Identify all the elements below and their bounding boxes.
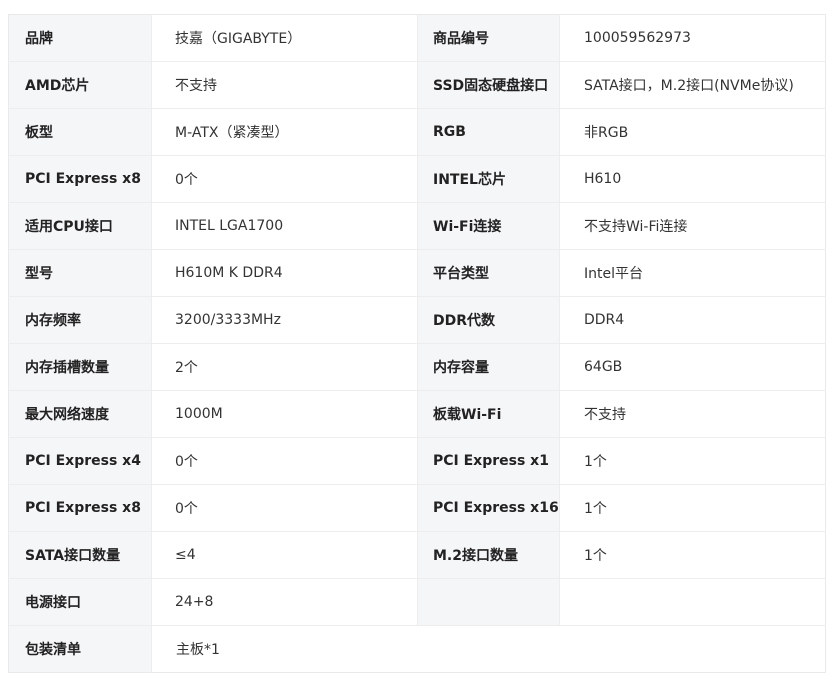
spec-label: 品牌 <box>8 14 152 62</box>
spec-label: PCI Express x8 <box>8 155 152 203</box>
spec-value: 0个 <box>151 437 418 485</box>
table-row: 最大网络速度 1000M 板载Wi-Fi 不支持 <box>8 390 826 438</box>
spec-value: 3200/3333MHz <box>151 296 418 344</box>
spec-label: 型号 <box>8 249 152 297</box>
spec-label: INTEL芯片 <box>417 155 560 203</box>
spec-label: 包装清单 <box>8 625 152 673</box>
table-row: AMD芯片 不支持 SSD固态硬盘接口 SATA接口，M.2接口(NVMe协议) <box>8 61 826 109</box>
spec-label: 板型 <box>8 108 152 156</box>
spec-value: 0个 <box>151 155 418 203</box>
spec-value-empty <box>559 578 826 626</box>
spec-value: 不支持 <box>151 61 418 109</box>
spec-label: 平台类型 <box>417 249 560 297</box>
table-row: PCI Express x8 0个 INTEL芯片 H610 <box>8 155 826 203</box>
table-row-packing-list: 包装清单 主板*1 <box>8 625 826 673</box>
spec-label: 最大网络速度 <box>8 390 152 438</box>
spec-label: PCI Express x8 <box>8 484 152 532</box>
spec-value: INTEL LGA1700 <box>151 202 418 250</box>
spec-label: Wi-Fi连接 <box>417 202 560 250</box>
table-row: 内存频率 3200/3333MHz DDR代数 DDR4 <box>8 296 826 344</box>
table-row: 内存插槽数量 2个 内存容量 64GB <box>8 343 826 391</box>
spec-value: 非RGB <box>559 108 826 156</box>
spec-label: 内存容量 <box>417 343 560 391</box>
spec-label: SSD固态硬盘接口 <box>417 61 560 109</box>
spec-value: H610M K DDR4 <box>151 249 418 297</box>
spec-value: 24+8 <box>151 578 418 626</box>
spec-value: H610 <box>559 155 826 203</box>
spec-value: 不支持Wi-Fi连接 <box>559 202 826 250</box>
table-row: 型号 H610M K DDR4 平台类型 Intel平台 <box>8 249 826 297</box>
spec-value: 1个 <box>559 437 826 485</box>
table-row: 适用CPU接口 INTEL LGA1700 Wi-Fi连接 不支持Wi-Fi连接 <box>8 202 826 250</box>
spec-value: 1个 <box>559 531 826 579</box>
spec-value: 技嘉（GIGABYTE） <box>151 14 418 62</box>
spec-label: DDR代数 <box>417 296 560 344</box>
spec-value: 2个 <box>151 343 418 391</box>
spec-label: RGB <box>417 108 560 156</box>
spec-label: 板载Wi-Fi <box>417 390 560 438</box>
spec-value: 64GB <box>559 343 826 391</box>
spec-label: 商品编号 <box>417 14 560 62</box>
spec-value: 不支持 <box>559 390 826 438</box>
spec-label: AMD芯片 <box>8 61 152 109</box>
spec-label-empty <box>417 578 560 626</box>
spec-label: PCI Express x4 <box>8 437 152 485</box>
spec-label: 电源接口 <box>8 578 152 626</box>
table-row: PCI Express x8 0个 PCI Express x16 1个 <box>8 484 826 532</box>
spec-value: 100059562973 <box>559 14 826 62</box>
spec-value: Intel平台 <box>559 249 826 297</box>
spec-value: ≤4 <box>151 531 418 579</box>
spec-label: PCI Express x16 <box>417 484 560 532</box>
spec-label: 内存插槽数量 <box>8 343 152 391</box>
spec-value: M-ATX（紧凑型） <box>151 108 418 156</box>
spec-value: 主板*1 <box>151 625 826 673</box>
spec-table: 品牌 技嘉（GIGABYTE） 商品编号 100059562973 AMD芯片 … <box>8 14 826 673</box>
table-row: 品牌 技嘉（GIGABYTE） 商品编号 100059562973 <box>8 14 826 62</box>
table-row: 板型 M-ATX（紧凑型） RGB 非RGB <box>8 108 826 156</box>
spec-value: 0个 <box>151 484 418 532</box>
spec-value: SATA接口，M.2接口(NVMe协议) <box>559 61 826 109</box>
table-row: PCI Express x4 0个 PCI Express x1 1个 <box>8 437 826 485</box>
spec-value: 1个 <box>559 484 826 532</box>
table-row: 电源接口 24+8 <box>8 578 826 626</box>
table-row: SATA接口数量 ≤4 M.2接口数量 1个 <box>8 531 826 579</box>
spec-label: PCI Express x1 <box>417 437 560 485</box>
spec-value: DDR4 <box>559 296 826 344</box>
spec-label: 内存频率 <box>8 296 152 344</box>
spec-label: SATA接口数量 <box>8 531 152 579</box>
spec-label: M.2接口数量 <box>417 531 560 579</box>
spec-value: 1000M <box>151 390 418 438</box>
spec-label: 适用CPU接口 <box>8 202 152 250</box>
